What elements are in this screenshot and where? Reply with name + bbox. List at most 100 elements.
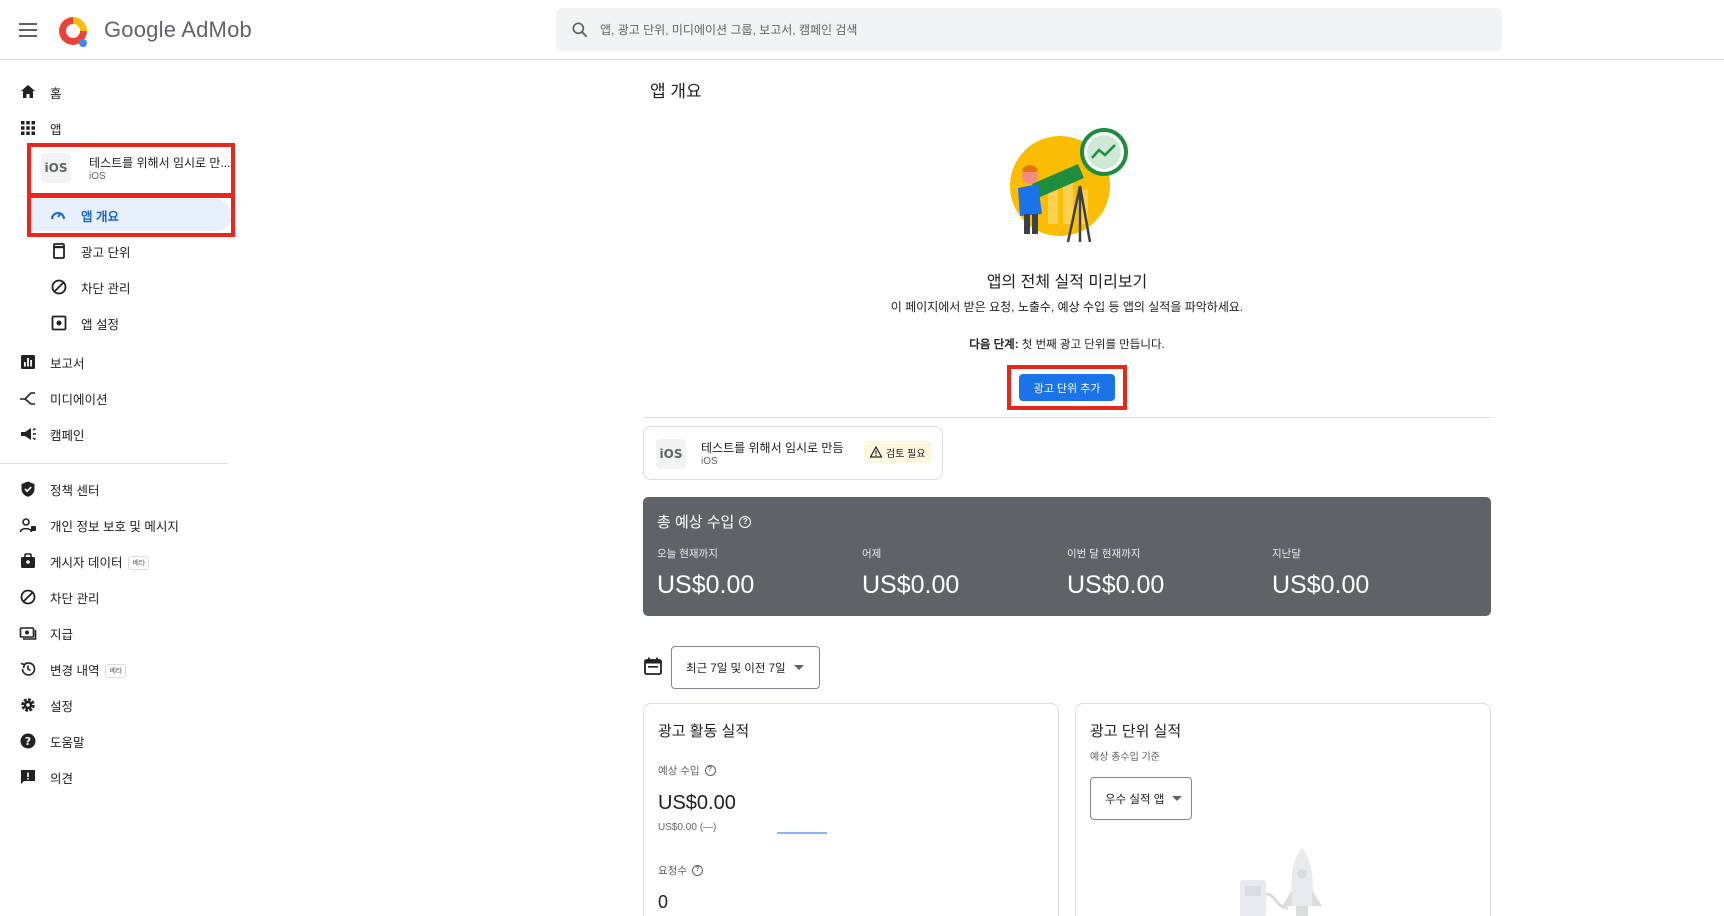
ios-app-tile: iOS (656, 439, 686, 469)
mediation-icon (20, 392, 35, 405)
admob-logo-icon (59, 17, 87, 47)
hero-subtitle: 이 페이지에서 받은 요청, 노출수, 예상 수입 등 앱의 실적을 파악하세요… (890, 300, 1244, 314)
help-icon[interactable]: ? (739, 515, 752, 528)
section-divider (643, 417, 1491, 418)
payments-icon (19, 627, 37, 640)
metric-this-month: 이번 달 현재까지 US$0.00 (1067, 548, 1165, 599)
ios-app-tile: iOS (41, 153, 71, 183)
sidebar-item-label: 앱 설정 (81, 317, 119, 332)
sidebar-item-settings[interactable]: 설정 (0, 689, 232, 721)
hero-title: 앱의 전체 실적 미리보기 (986, 274, 1148, 291)
search-bar[interactable] (556, 8, 1502, 51)
sidebar-item-label: 광고 단위 (81, 245, 131, 260)
sidebar-item-label: 미디에이션 (50, 392, 108, 407)
sidebar-item-label: 개인 정보 보호 및 메시지 (50, 519, 179, 534)
sidebar-item-ad-units[interactable]: 광고 단위 (0, 235, 232, 267)
page-title: 앱 개요 (650, 82, 702, 101)
sidebar-item-feedback[interactable]: 의견 (0, 761, 232, 793)
policy-shield-icon (21, 481, 35, 497)
publisher-data-icon (21, 553, 35, 568)
app-name: 테스트를 위해서 임시로 만... (89, 156, 231, 170)
app-name: 테스트를 위해서 임시로 만듬 (701, 441, 844, 455)
sidebar-item-label: 앱 개요 (81, 209, 119, 224)
estimated-earnings-compare: US$0.00 (—) (658, 822, 717, 833)
chevron-down-icon (1172, 796, 1183, 801)
date-range-dropdown[interactable]: 최근 7일 및 이전 7일 (671, 646, 820, 689)
ad-unit-performance-card: 광고 단위 실적 예상 총수입 기준 우수 실적 앱 (1075, 703, 1491, 916)
sidebar-item-label: 설정 (50, 699, 74, 714)
sparkline (777, 832, 827, 834)
sidebar-item-mediation[interactable]: 미디에이션 (0, 382, 232, 414)
sidebar-item-label: 앱 (50, 122, 62, 137)
sidebar-item-blocking-global[interactable]: 차단 관리 (0, 581, 232, 613)
estimated-earnings-label: 예상 수입? (658, 763, 716, 778)
sidebar-item-label: 차단 관리 (50, 591, 100, 606)
app-settings-icon (51, 315, 67, 331)
svg-text:?: ? (25, 735, 31, 748)
add-ad-unit-button[interactable]: 광고 단위 추가 (1019, 374, 1115, 401)
block-icon (20, 589, 36, 605)
ad-activity-card: 광고 활동 실적 예상 수입? US$0.00 US$0.00 (—) 요청수?… (643, 703, 1059, 916)
gear-icon (21, 698, 35, 712)
search-input[interactable] (600, 22, 1480, 37)
brand-name: Google AdMob (104, 17, 252, 42)
requests-value: 0 (658, 892, 669, 912)
app-platform: iOS (89, 171, 106, 182)
review-required-badge[interactable]: 검토 필요 (864, 441, 932, 463)
top-apps-dropdown[interactable]: 우수 실적 앱 (1090, 777, 1192, 820)
sidebar-item-app-settings[interactable]: 앱 설정 (0, 307, 232, 339)
block-icon (51, 279, 67, 295)
sidebar-item-policy-center[interactable]: 정책 센터 (0, 473, 232, 505)
sidebar-item-reports[interactable]: 보고서 (0, 346, 232, 378)
privacy-icon (19, 518, 36, 533)
apps-grid-icon (21, 121, 35, 135)
rocket-illustration (1240, 848, 1322, 916)
sidebar-item-label: 정책 센터 (50, 483, 100, 498)
sidebar-item-publisher-data[interactable]: 게시자 데이터 베타 (0, 545, 232, 577)
earnings-title: 총 예상 수입? (657, 511, 752, 532)
sidebar: 홈 앱 iOS 테스트를 위해서 임시로 만... iOS 앱 개요 광고 단위… (0, 60, 240, 916)
ad-unit-icon (53, 243, 65, 259)
chevron-down-icon (793, 665, 804, 670)
home-icon (21, 85, 35, 98)
sidebar-item-label: 게시자 데이터 베타 (50, 552, 150, 571)
search-icon (572, 22, 588, 37)
metric-yesterday: 어제 US$0.00 (862, 548, 960, 599)
app-summary-chip[interactable]: iOS 테스트를 위해서 임시로 만듬 iOS 검토 필요 (643, 426, 943, 480)
sidebar-item-blocking[interactable]: 차단 관리 (0, 271, 232, 303)
beta-badge: 베타 (105, 664, 127, 679)
beta-badge: 베타 (128, 556, 150, 571)
sidebar-item-label: 캠페인 (50, 428, 85, 443)
feedback-icon (21, 770, 35, 784)
card-subtitle: 예상 총수입 기준 (1090, 752, 1160, 763)
metric-today: 오늘 현재까지 US$0.00 (657, 548, 755, 599)
sidebar-item-help[interactable]: ? 도움말 (0, 725, 232, 757)
sidebar-divider (0, 463, 228, 464)
selected-app-card[interactable]: iOS 테스트를 위해서 임시로 만... iOS (29, 144, 235, 192)
sidebar-item-label: 차단 관리 (81, 281, 131, 296)
help-icon[interactable]: ? (704, 765, 716, 776)
sidebar-item-campaigns[interactable]: 캠페인 (0, 418, 232, 450)
menu-icon[interactable] (16, 18, 40, 42)
sidebar-item-privacy[interactable]: 개인 정보 보호 및 메시지 (0, 509, 232, 541)
card-title: 광고 활동 실적 (658, 723, 750, 740)
sidebar-item-change-history[interactable]: 변경 내역 베타 (0, 653, 232, 685)
sidebar-item-apps[interactable]: 앱 (0, 112, 232, 144)
requests-label: 요청수? (658, 863, 703, 878)
help-icon[interactable]: ? (691, 865, 703, 876)
metric-last-month: 지난달 US$0.00 (1272, 548, 1370, 599)
calendar-icon (644, 657, 662, 675)
sidebar-item-payments[interactable]: 지급 (0, 617, 232, 649)
telescope-illustration (1010, 128, 1128, 243)
sidebar-item-label: 도움말 (50, 735, 85, 750)
card-title: 광고 단위 실적 (1090, 723, 1182, 740)
campaign-icon (21, 427, 36, 441)
next-step-text: 다음 단계: 첫 번째 광고 단위를 만듭니다. (969, 339, 1165, 351)
sidebar-item-label: 의견 (50, 771, 74, 786)
sidebar-item-home[interactable]: 홈 (0, 76, 232, 108)
sidebar-item-label: 변경 내역 베타 (50, 660, 127, 679)
sidebar-item-label: 보고서 (50, 356, 85, 371)
sidebar-item-app-overview[interactable]: 앱 개요 (27, 199, 232, 231)
dashboard-icon (51, 212, 65, 220)
estimated-earnings-value: US$0.00 (658, 792, 736, 814)
